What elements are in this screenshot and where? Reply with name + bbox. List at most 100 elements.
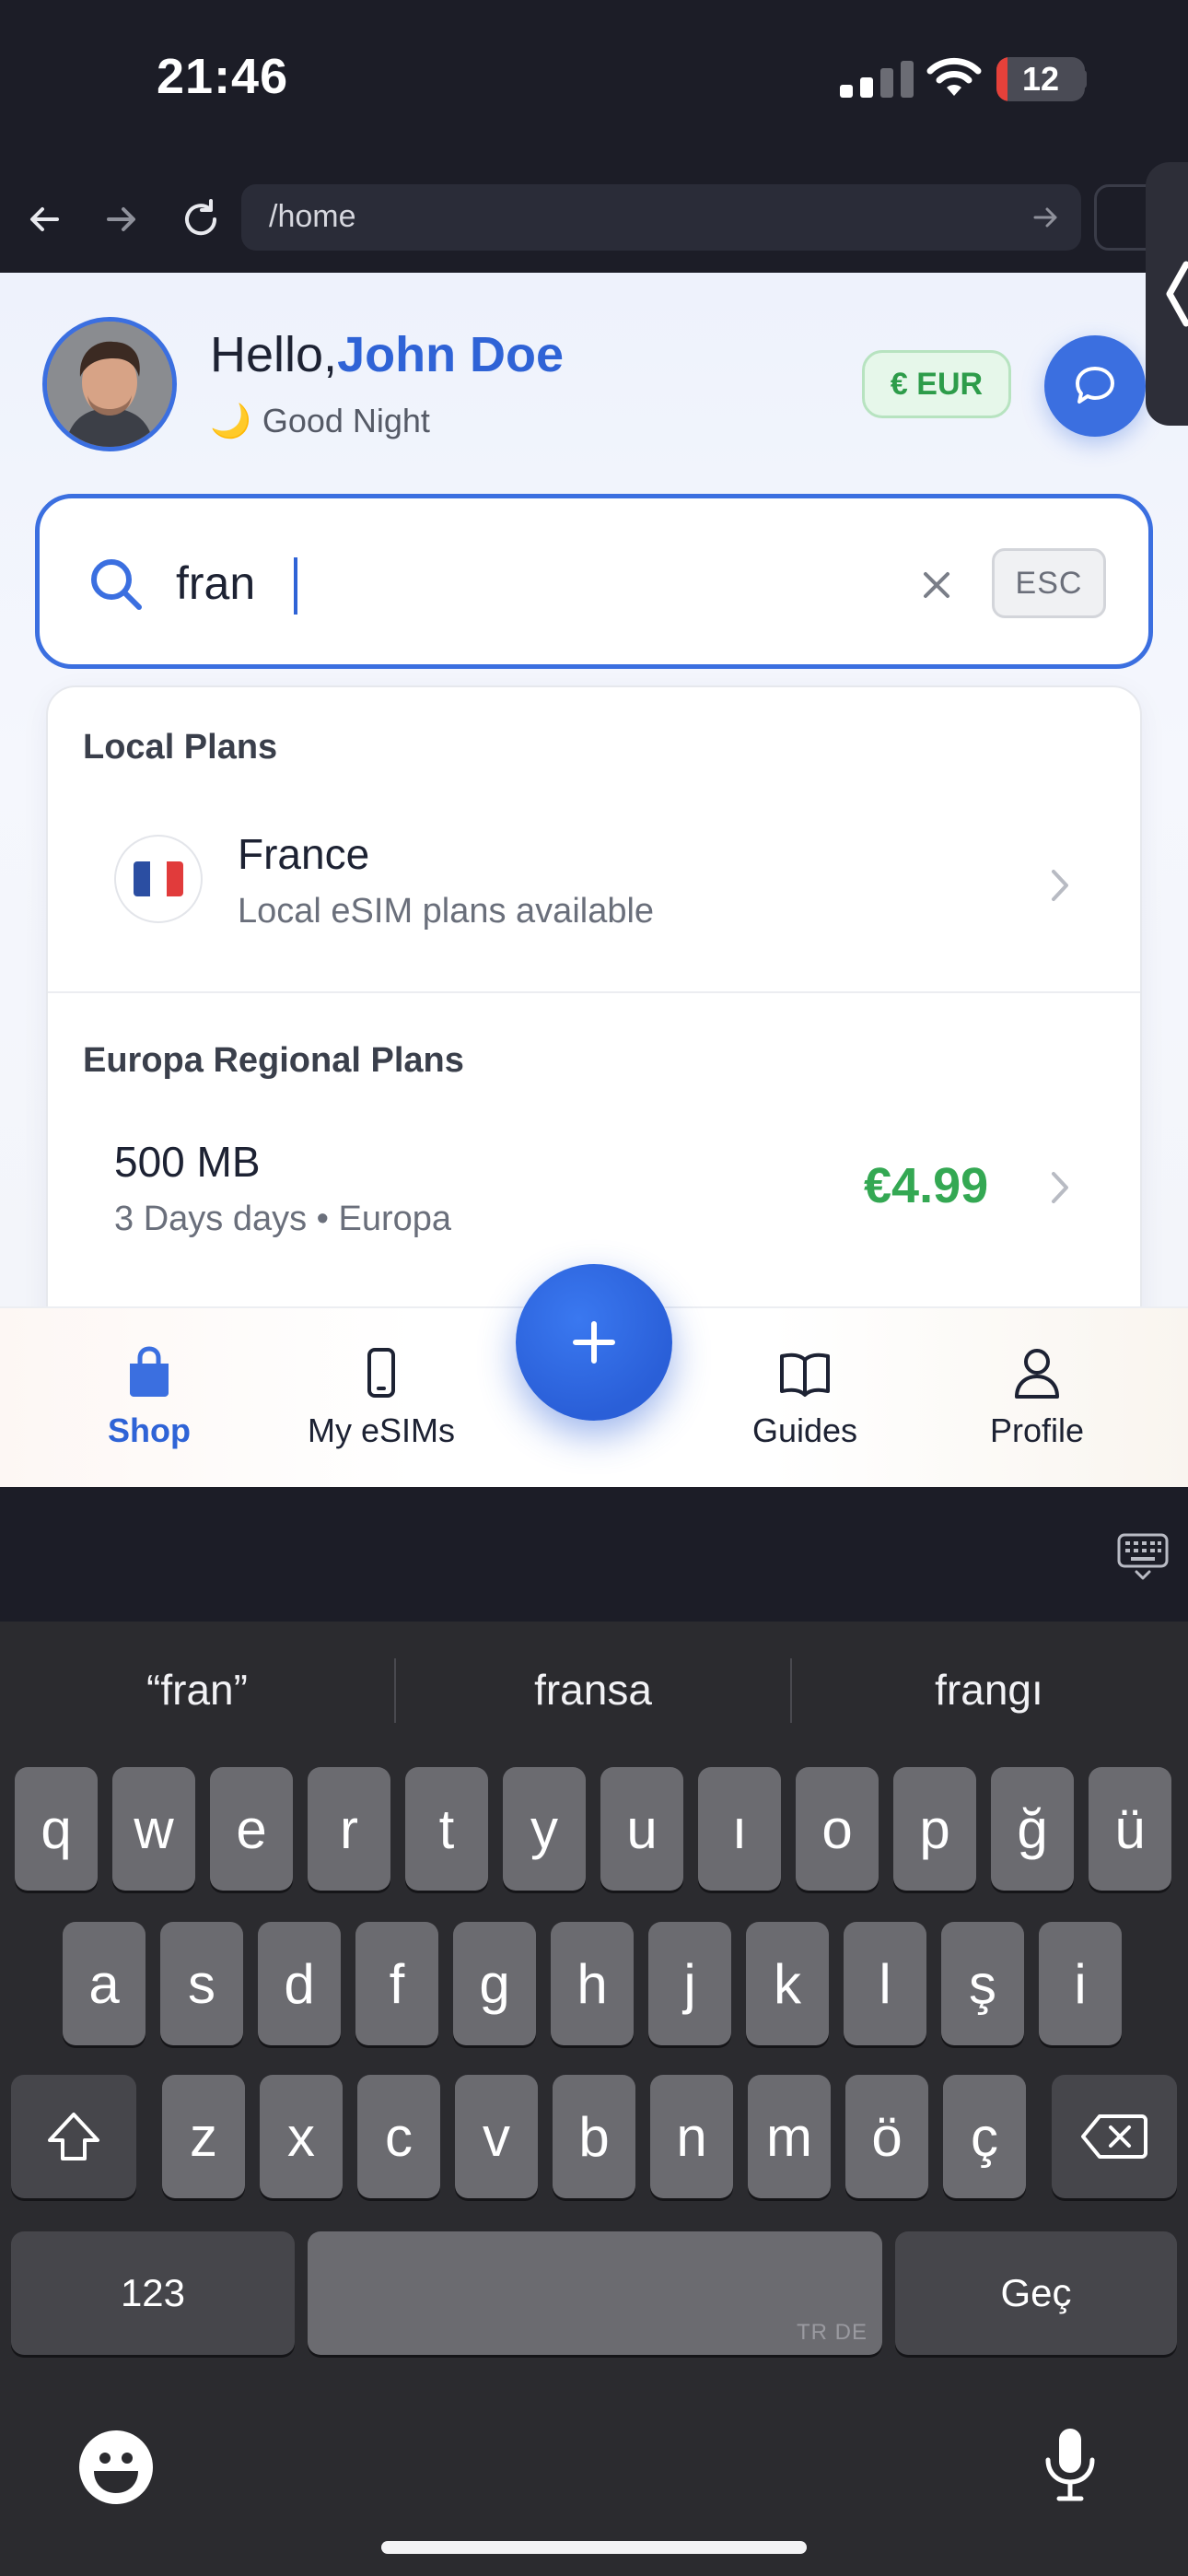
regional-plans-heading: Europa Regional Plans bbox=[83, 1041, 464, 1080]
battery-level: 12 bbox=[1021, 60, 1060, 98]
home-indicator[interactable] bbox=[381, 2541, 807, 2554]
keyboard: “fran” fransa frangı qwertyuıopğü asdfgh… bbox=[0, 1622, 1188, 2576]
key-e[interactable]: e bbox=[210, 1767, 293, 1891]
key-ı[interactable]: ı bbox=[698, 1767, 781, 1891]
key-t[interactable]: t bbox=[405, 1767, 488, 1891]
url-text: /home bbox=[269, 199, 356, 234]
nav-item-profile[interactable]: Profile bbox=[936, 1345, 1138, 1474]
greeting: Hello,John Doe bbox=[210, 326, 564, 383]
key-i[interactable]: i bbox=[1039, 1922, 1122, 2045]
moon-icon: 🌙 bbox=[210, 402, 251, 439]
go-arrow-icon[interactable] bbox=[1030, 201, 1063, 234]
chevron-right-icon bbox=[1052, 870, 1068, 901]
wifi-icon bbox=[926, 57, 982, 96]
key-ü[interactable]: ü bbox=[1089, 1767, 1171, 1891]
clear-search-button[interactable] bbox=[913, 561, 961, 609]
keyboard-dismiss-icon[interactable] bbox=[1116, 1529, 1170, 1583]
key-ö[interactable]: ö bbox=[845, 2075, 928, 2198]
time-greeting-text: Good Night bbox=[262, 402, 430, 439]
battery-icon: 12 bbox=[996, 57, 1085, 101]
back-button[interactable] bbox=[15, 190, 74, 249]
key-h[interactable]: h bbox=[551, 1922, 634, 2045]
key-c[interactable]: c bbox=[357, 2075, 440, 2198]
space-key[interactable]: TR DE bbox=[308, 2231, 882, 2355]
back-arrow-icon bbox=[30, 207, 59, 231]
key-ç[interactable]: ç bbox=[943, 2075, 1026, 2198]
shift-key[interactable] bbox=[11, 2075, 136, 2198]
close-icon bbox=[924, 572, 949, 598]
plan-details: 3 Days days • Europa bbox=[114, 1200, 452, 1238]
key-k[interactable]: k bbox=[746, 1922, 829, 2045]
key-x[interactable]: x bbox=[260, 2075, 343, 2198]
battery-cap bbox=[1079, 70, 1087, 88]
reload-icon bbox=[185, 199, 217, 236]
status-bar: 21:46 12 bbox=[0, 0, 1188, 166]
key-u[interactable]: u bbox=[600, 1767, 683, 1891]
microphone-icon[interactable] bbox=[1031, 2425, 1109, 2502]
avatar-photo bbox=[47, 322, 172, 447]
key-j[interactable]: j bbox=[648, 1922, 731, 2045]
backspace-key[interactable] bbox=[1052, 2075, 1177, 2198]
chevron-right-icon bbox=[1052, 1172, 1068, 1203]
flag-stripe-blue bbox=[134, 861, 150, 896]
user-name: John Doe bbox=[337, 327, 565, 382]
nav-item-my-esims[interactable]: My eSIMs bbox=[280, 1345, 483, 1474]
esc-key-badge[interactable]: ESC bbox=[992, 548, 1106, 618]
plan-price: €4.99 bbox=[864, 1158, 989, 1213]
nav-label: My eSIMs bbox=[307, 1411, 455, 1449]
chat-button[interactable] bbox=[1044, 335, 1146, 437]
time-greeting: 🌙 Good Night bbox=[210, 402, 430, 440]
text-caret bbox=[294, 557, 297, 615]
key-p[interactable]: p bbox=[893, 1767, 976, 1891]
key-n[interactable]: n bbox=[650, 2075, 733, 2198]
url-field[interactable]: /home bbox=[241, 184, 1081, 251]
key-a[interactable]: a bbox=[63, 1922, 146, 2045]
forward-arrow-icon bbox=[107, 207, 135, 231]
suggestion-1[interactable]: “fran” bbox=[0, 1653, 394, 1727]
nav-label: Guides bbox=[751, 1411, 858, 1449]
space-language-tag: TR DE bbox=[797, 2320, 868, 2345]
search-box[interactable]: ESC bbox=[35, 494, 1153, 669]
return-key[interactable]: Geç bbox=[895, 2231, 1177, 2355]
key-ğ[interactable]: ğ bbox=[991, 1767, 1074, 1891]
phone-icon bbox=[367, 1348, 395, 1398]
result-item-europa-500mb[interactable]: 500 MB 3 Days days • Europa €4.99 bbox=[48, 1120, 1140, 1277]
key-d[interactable]: d bbox=[258, 1922, 341, 2045]
key-m[interactable]: m bbox=[748, 2075, 831, 2198]
key-f[interactable]: f bbox=[355, 1922, 438, 2045]
numbers-key[interactable]: 123 bbox=[11, 2231, 295, 2355]
key-r[interactable]: r bbox=[308, 1767, 390, 1891]
result-item-france[interactable]: France Local eSIM plans available bbox=[48, 807, 1140, 964]
user-icon bbox=[1015, 1349, 1059, 1399]
signal-icon bbox=[840, 61, 919, 98]
key-v[interactable]: v bbox=[455, 2075, 538, 2198]
browser-toolbar: /home bbox=[0, 166, 1188, 273]
key-l[interactable]: l bbox=[844, 1922, 926, 2045]
search-input[interactable] bbox=[176, 543, 894, 624]
local-plans-heading: Local Plans bbox=[83, 728, 278, 767]
key-z[interactable]: z bbox=[162, 2075, 245, 2198]
key-s[interactable]: s bbox=[160, 1922, 243, 2045]
nav-label: Profile bbox=[989, 1411, 1085, 1449]
emoji-icon[interactable] bbox=[77, 2429, 155, 2506]
key-b[interactable]: b bbox=[553, 2075, 635, 2198]
key-q[interactable]: q bbox=[15, 1767, 98, 1891]
chat-bubble-icon bbox=[1076, 367, 1114, 404]
key-y[interactable]: y bbox=[503, 1767, 586, 1891]
suggestion-3[interactable]: frangı bbox=[792, 1653, 1186, 1727]
add-button[interactable] bbox=[516, 1264, 672, 1421]
currency-selector[interactable]: € EUR bbox=[862, 350, 1011, 418]
reload-button[interactable] bbox=[171, 190, 230, 249]
key-g[interactable]: g bbox=[453, 1922, 536, 2045]
suggestion-2[interactable]: fransa bbox=[396, 1653, 790, 1727]
key-ş[interactable]: ş bbox=[941, 1922, 1024, 2045]
forward-button[interactable] bbox=[92, 190, 151, 249]
key-o[interactable]: o bbox=[796, 1767, 879, 1891]
nav-item-guides[interactable]: Guides bbox=[704, 1345, 906, 1474]
search-icon bbox=[91, 559, 142, 610]
key-w[interactable]: w bbox=[112, 1767, 195, 1891]
side-drawer-handle[interactable] bbox=[1146, 162, 1188, 426]
flag-france-icon bbox=[114, 835, 203, 923]
nav-item-shop[interactable]: Shop bbox=[48, 1345, 250, 1474]
avatar[interactable] bbox=[42, 317, 177, 451]
